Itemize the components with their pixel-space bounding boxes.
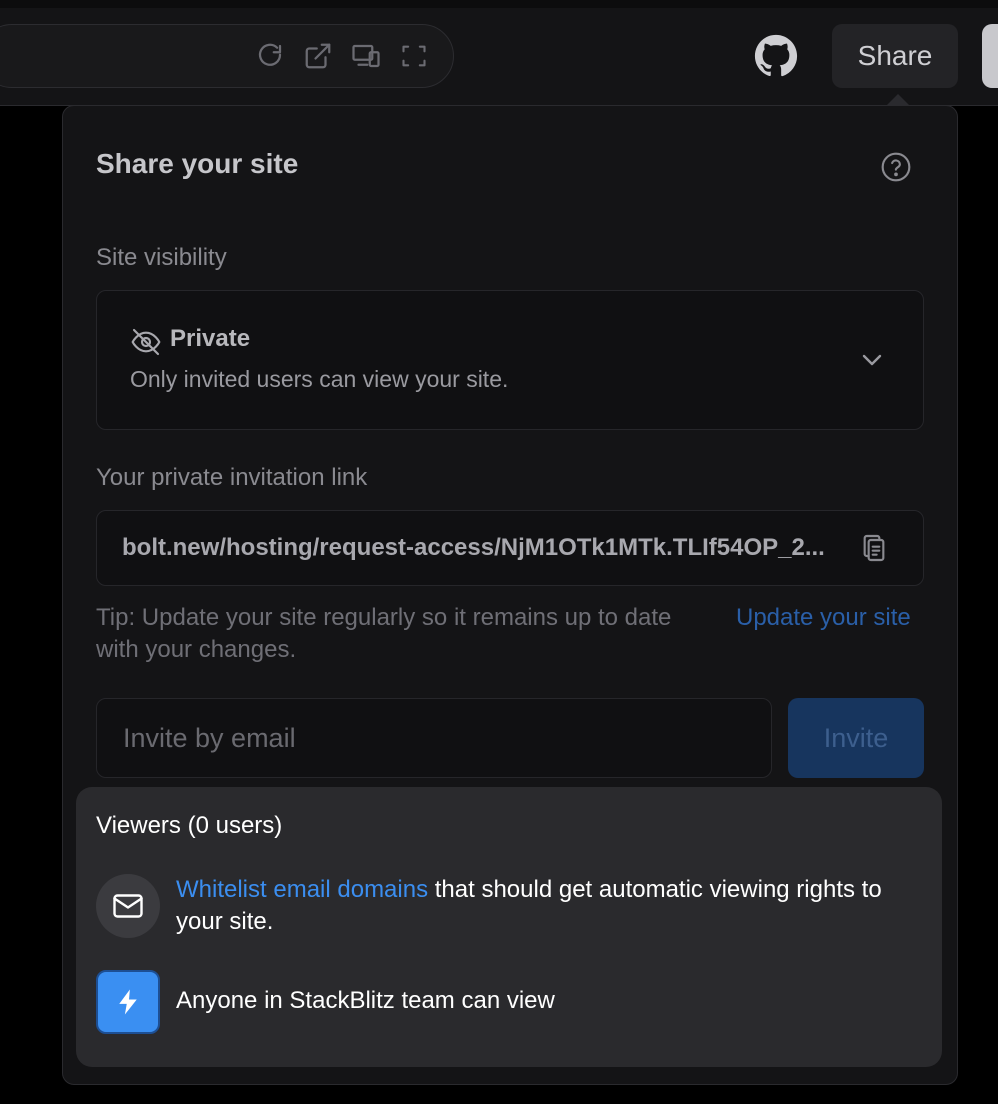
update-site-link[interactable]: Update your site bbox=[736, 602, 911, 634]
viewers-title: Viewers (0 users) bbox=[96, 812, 283, 839]
visibility-select[interactable] bbox=[96, 290, 924, 430]
external-link-icon[interactable] bbox=[302, 40, 334, 72]
eye-off-icon bbox=[130, 326, 162, 358]
visibility-selected-title: Private bbox=[170, 325, 251, 352]
responsive-devices-icon[interactable] bbox=[350, 40, 382, 72]
mail-icon bbox=[96, 874, 160, 938]
chevron-down-icon[interactable] bbox=[856, 344, 888, 376]
invitation-link-label: Your private invitation link bbox=[96, 464, 368, 491]
popover-caret bbox=[886, 94, 910, 106]
tip-text: Tip: Update your site regularly so it re… bbox=[96, 604, 672, 663]
refresh-icon[interactable] bbox=[254, 40, 286, 72]
partial-toolbar-button[interactable] bbox=[982, 24, 998, 88]
help-icon[interactable] bbox=[880, 151, 912, 183]
github-icon[interactable] bbox=[754, 34, 798, 78]
team-view-text: Anyone in StackBlitz team can view bbox=[176, 987, 555, 1014]
panel-title: Share your site bbox=[96, 148, 299, 179]
preview-address-bar[interactable] bbox=[0, 24, 454, 88]
invite-email-input[interactable] bbox=[96, 698, 772, 778]
share-button[interactable]: Share bbox=[832, 24, 958, 88]
top-strip bbox=[0, 0, 998, 8]
fullscreen-icon[interactable] bbox=[398, 40, 430, 72]
invite-button[interactable]: Invite bbox=[788, 698, 924, 778]
invitation-link[interactable]: bolt.new/hosting/request-access/NjM1OTk1… bbox=[122, 534, 844, 562]
whitelist-description: Whitelist email domains that should get … bbox=[176, 874, 916, 938]
visibility-selected-description: Only invited users can view your site. bbox=[130, 366, 509, 392]
copy-icon[interactable] bbox=[858, 532, 890, 564]
lightning-bolt-icon bbox=[96, 970, 160, 1034]
whitelist-domains-link[interactable]: Whitelist email domains bbox=[176, 876, 428, 903]
site-visibility-label: Site visibility bbox=[96, 244, 227, 271]
